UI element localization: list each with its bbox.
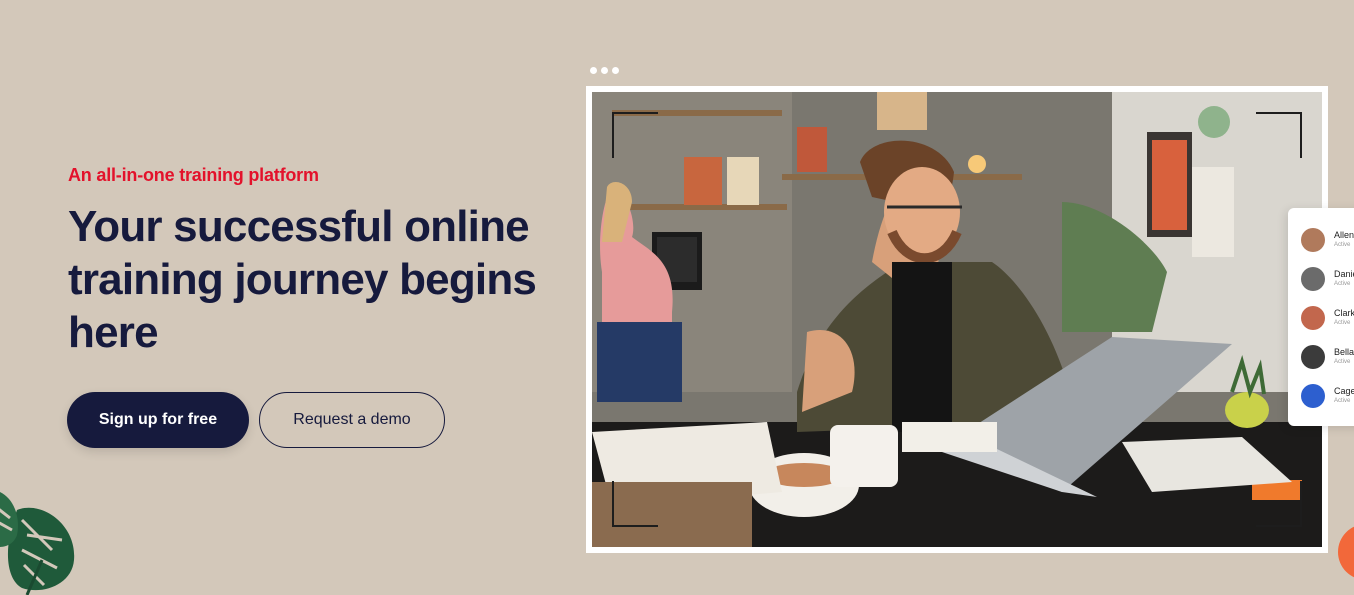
- user-status: Active: [1334, 358, 1351, 365]
- focus-corner-bottom-right: [1256, 481, 1302, 527]
- sign-up-button[interactable]: Sign up for free: [67, 392, 249, 448]
- photo-illustration: [592, 92, 1322, 547]
- avatar: [1301, 344, 1325, 369]
- user-row[interactable]: Danie Active: [1288, 259, 1354, 298]
- hero-image-frame: [586, 86, 1328, 553]
- user-name: Clark: [1334, 307, 1354, 318]
- hero-headline: Your successful online training journey …: [68, 202, 537, 357]
- hero-eyebrow: An all-in-one training platform: [68, 165, 319, 185]
- user-row[interactable]: Clark Active: [1288, 298, 1354, 337]
- focus-corner-top-right: [1256, 112, 1302, 158]
- user-row[interactable]: Cage Active: [1288, 376, 1354, 415]
- user-status: Active: [1334, 397, 1351, 404]
- window-dots-icon: [590, 67, 619, 74]
- user-name: Allen: [1334, 229, 1354, 240]
- hero-photo: [592, 92, 1322, 547]
- user-name: Bella: [1334, 346, 1354, 357]
- user-status: Active: [1334, 280, 1351, 287]
- avatar: [1301, 227, 1325, 252]
- avatar: [1301, 383, 1325, 408]
- user-status: Active: [1334, 241, 1351, 248]
- active-users-panel: Allen Active Danie Active Clark Active B…: [1288, 208, 1354, 426]
- user-row[interactable]: Allen Active: [1288, 220, 1354, 259]
- avatar: [1301, 266, 1325, 291]
- request-demo-button[interactable]: Request a demo: [259, 392, 445, 448]
- user-row[interactable]: Bella Active: [1288, 337, 1354, 376]
- avatar: [1301, 305, 1325, 330]
- user-name: Danie: [1334, 268, 1354, 279]
- focus-corner-bottom-left: [612, 481, 658, 527]
- monstera-leaf-decoration: [0, 492, 75, 595]
- chat-launcher-button[interactable]: [1338, 524, 1354, 580]
- focus-corner-top-left: [612, 112, 658, 158]
- user-name: Cage: [1334, 385, 1354, 396]
- user-status: Active: [1334, 319, 1351, 326]
